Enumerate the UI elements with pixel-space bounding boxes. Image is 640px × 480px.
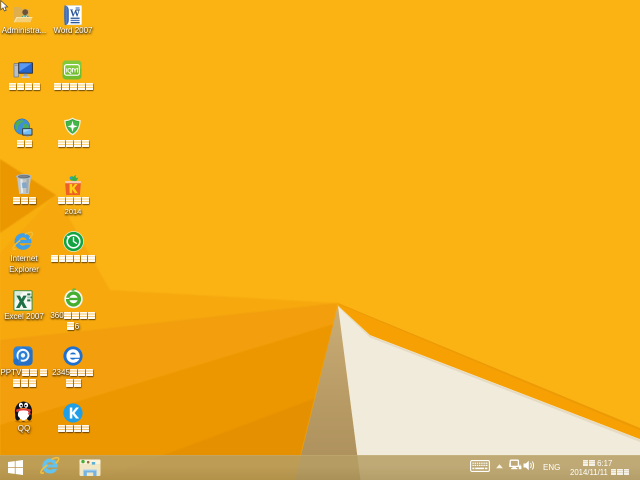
svg-text:iQIYI: iQIYI (66, 69, 79, 75)
